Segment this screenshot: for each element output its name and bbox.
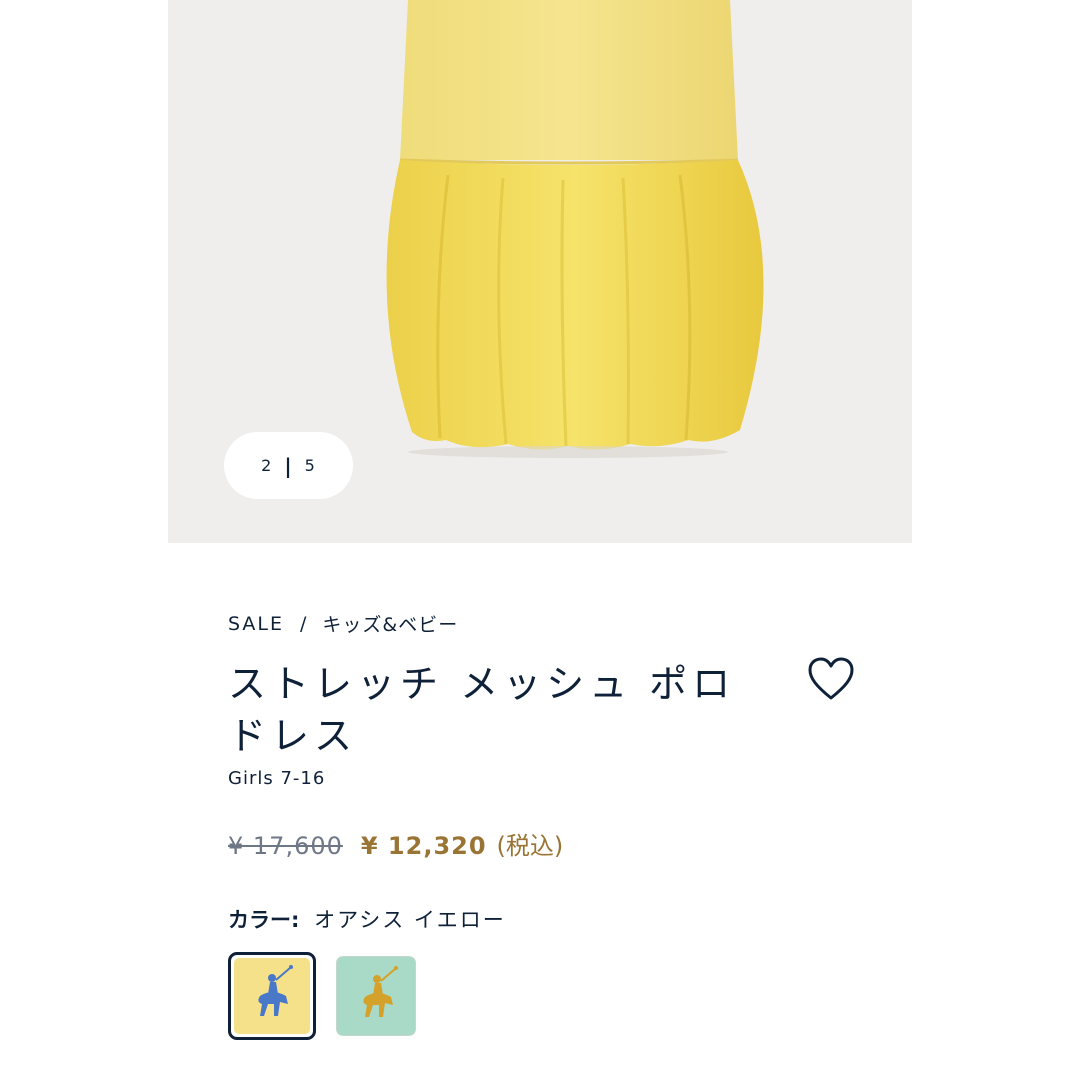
breadcrumb-sale-link[interactable]: SALE	[228, 613, 284, 635]
product-title: ストレッチ メッシュ ポロ ドレス	[228, 662, 736, 758]
product-subtitle: Girls 7-16	[228, 768, 326, 789]
color-swatch-mint[interactable]	[336, 956, 416, 1036]
selected-color-name: オアシス イエロー	[314, 908, 506, 932]
breadcrumb-category-link[interactable]: キッズ&ベビー	[322, 610, 458, 637]
product-image[interactable]: 2 | 5	[168, 0, 912, 543]
tax-note: (税込)	[496, 832, 564, 860]
color-label: カラー:	[228, 908, 300, 932]
pager-separator: |	[284, 453, 293, 478]
sale-price: ¥ 12,320	[360, 832, 487, 860]
polo-player-logo-icon	[363, 966, 398, 1017]
breadcrumb-separator: /	[300, 612, 309, 635]
pager-total: 5	[304, 456, 316, 475]
original-price: ¥ 17,600	[228, 832, 343, 860]
breadcrumb: SALE / キッズ&ベビー	[228, 610, 458, 637]
pager-current: 2	[261, 456, 273, 475]
polo-player-logo-icon	[258, 965, 293, 1016]
heart-outline-icon	[808, 657, 854, 700]
image-pager: 2 | 5	[224, 432, 353, 499]
price-block: ¥ 17,600 ¥ 12,320 (税込)	[228, 826, 563, 861]
wishlist-button[interactable]	[806, 656, 856, 702]
color-label-row: カラー: オアシス イエロー	[228, 904, 506, 934]
color-swatch-yellow[interactable]	[228, 952, 316, 1040]
